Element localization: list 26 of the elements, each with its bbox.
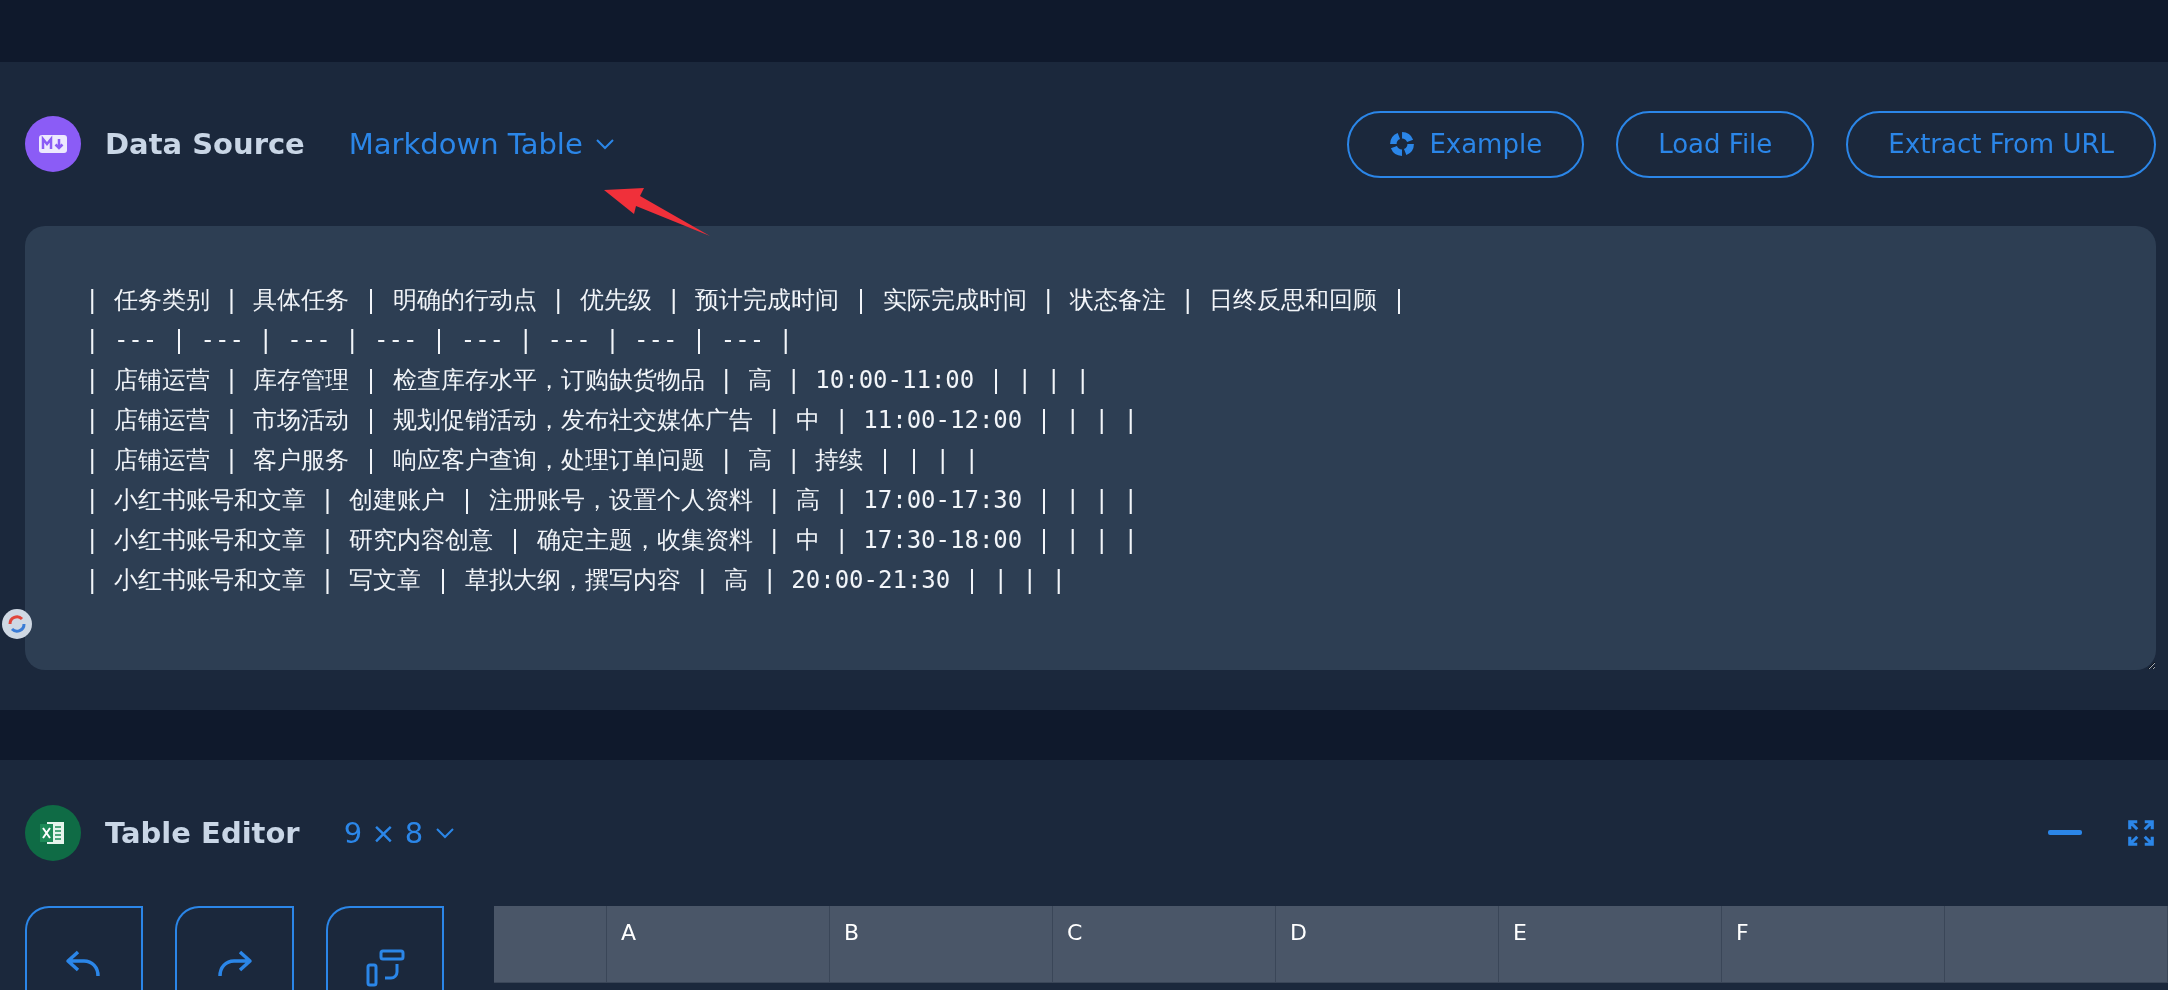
- markdown-icon: [25, 116, 81, 172]
- section-title: Data Source: [105, 127, 305, 161]
- column-header[interactable]: A: [607, 906, 830, 983]
- spreadsheet-icon: [25, 805, 81, 861]
- lifebuoy-icon: [1389, 131, 1416, 157]
- tool-button[interactable]: [175, 906, 294, 990]
- fullscreen-icon[interactable]: [2126, 818, 2156, 848]
- tool-button[interactable]: [325, 906, 444, 990]
- minimize-icon[interactable]: [2048, 830, 2082, 836]
- size-dropdown[interactable]: 9 × 8: [343, 816, 456, 850]
- action-button[interactable]: Extract From URL: [1846, 110, 2156, 178]
- refresh-icon[interactable]: [0, 607, 34, 641]
- action-button[interactable]: Example: [1347, 110, 1585, 178]
- column-header[interactable]: B: [830, 906, 1053, 983]
- chevron-down-icon: [594, 138, 615, 150]
- markdown-field[interactable]: | 任务类别 | 具体任务 | 明确的行动点 | 优先级 | 预计完成时间 | 实际完成时间 | 状态备注 | 日终反思和回顾 | | --- | --- | --- | --- | --- | --- | --- | --- | | 店铺运营 | 库存管理 | 检查库存水平，订购缺货物品 | 高 | 10:00-11:00 | | | | | 店铺运营 | 市场活动 | 规划促销活动，发布社交媒体广告 | 中 | 11:00-12:00 | | | | | 店铺运营 | 客户服务 | 响应客户查询，处理订单问题 | 高 | 持续 | | | | | 小红书账号和文章 | 创建账户 | 注册账号，设置个人资料 | 高 | 17:00-17:30 | | | | | 小红书账号和文章 | 研究内容创意 | 确定主题，收集资料 | 中 | 17:30-18:00 | | | | | 小红书账号和文章 | 写文章 | 草拟大纲，撰写内容 | 高 | 20:00-21:30 | | | |: [25, 226, 2156, 670]
- column-header[interactable]: C: [1053, 906, 1276, 983]
- chevron-down-icon: [435, 827, 456, 839]
- column-header[interactable]: E: [1499, 906, 1722, 983]
- wrap-icon: [364, 948, 405, 988]
- section-title: Table Editor: [105, 816, 300, 850]
- column-header[interactable]: F: [1722, 906, 1945, 983]
- action-button[interactable]: Load File: [1616, 110, 1815, 178]
- format-dropdown[interactable]: Markdown Table: [348, 127, 615, 161]
- tool-button[interactable]: [25, 906, 144, 990]
- column-header[interactable]: D: [1276, 906, 1499, 983]
